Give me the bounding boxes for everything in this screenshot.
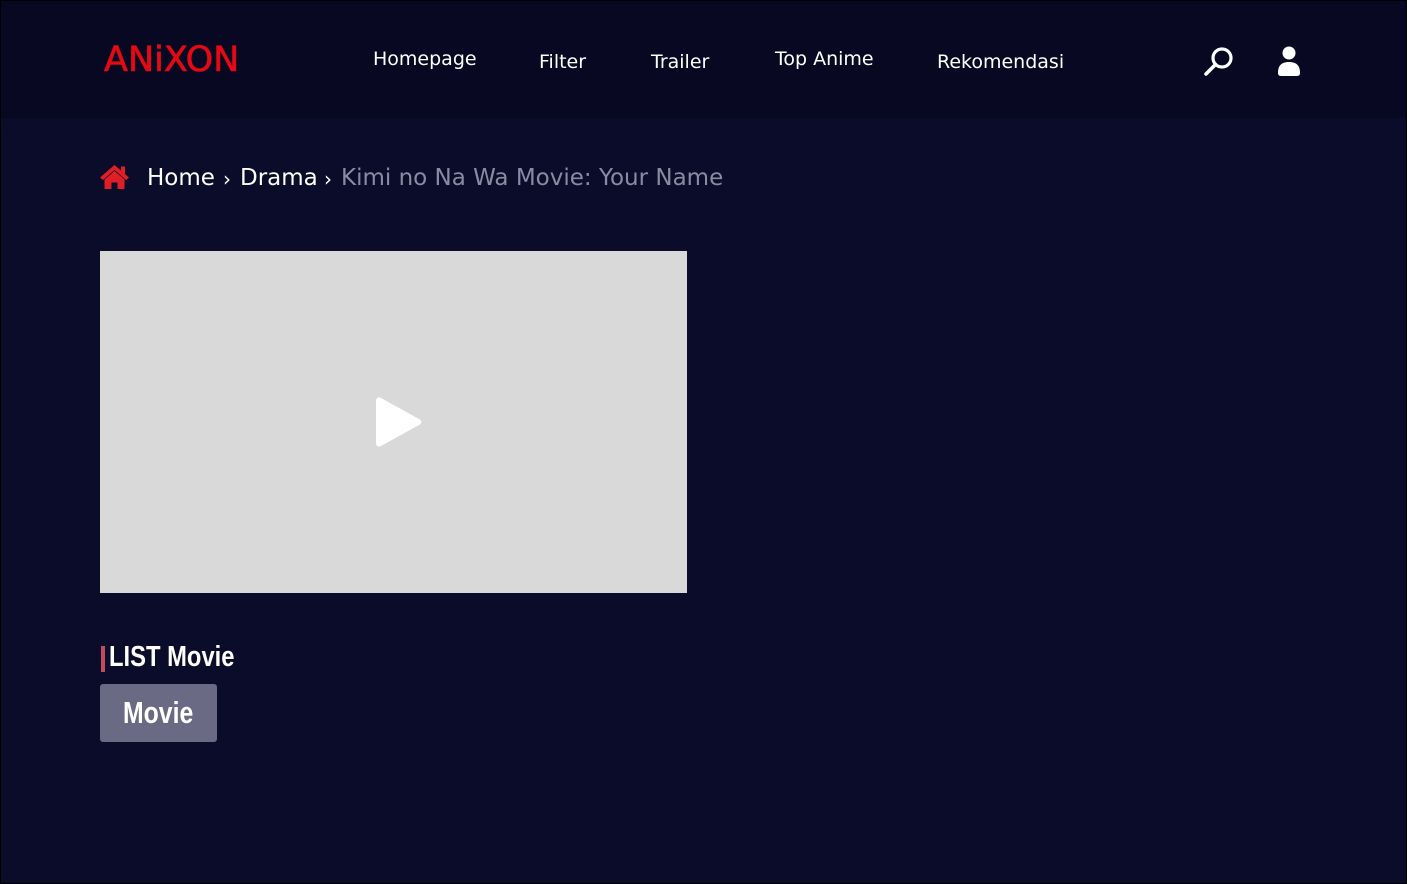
nav-item-trailer[interactable]: Trailer	[651, 50, 709, 74]
breadcrumb-separator: ›	[324, 167, 332, 191]
nav-item-homepage[interactable]: Homepage	[373, 47, 477, 71]
movie-tag-button[interactable]: Movie	[100, 684, 217, 742]
tag-label: Movie	[123, 695, 194, 730]
breadcrumb-home[interactable]: Home	[147, 163, 215, 193]
play-icon[interactable]	[375, 395, 423, 449]
title-accent-bar	[101, 646, 105, 672]
page: ANiXON Homepage Filter Trailer Top Anime…	[0, 0, 1407, 884]
site-logo[interactable]: ANiXON	[104, 39, 240, 81]
breadcrumb-separator: ›	[223, 167, 231, 191]
section-heading: LIST Movie	[109, 641, 235, 673]
nav-item-filter[interactable]: Filter	[539, 50, 586, 74]
breadcrumb-drama[interactable]: Drama	[240, 163, 318, 193]
nav-item-top-anime[interactable]: Top Anime	[775, 47, 874, 71]
breadcrumb-current: Kimi no Na Wa Movie: Your Name	[341, 165, 724, 191]
home-icon[interactable]	[99, 164, 130, 190]
video-player[interactable]	[100, 251, 687, 593]
nav-item-rekomendasi[interactable]: Rekomendasi	[937, 50, 1064, 74]
user-icon[interactable]	[1276, 45, 1302, 77]
site-header: ANiXON Homepage Filter Trailer Top Anime…	[1, 1, 1406, 118]
search-icon[interactable]	[1203, 46, 1235, 78]
